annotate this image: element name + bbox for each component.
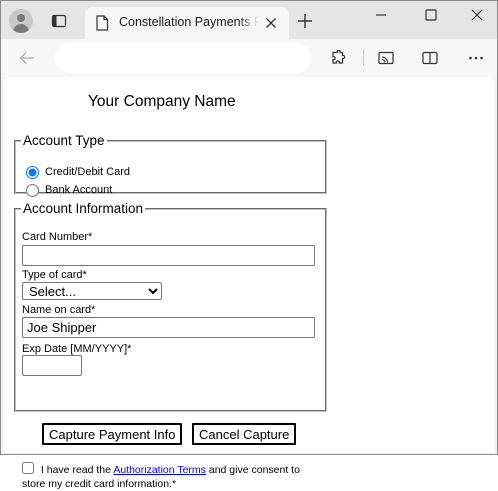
puzzle-icon[interactable] bbox=[329, 49, 347, 67]
document-icon bbox=[96, 15, 109, 31]
authorization-terms-link[interactable]: Authorization Terms bbox=[113, 464, 206, 476]
name-on-card-label: Name on card* bbox=[22, 304, 96, 316]
more-dots-icon[interactable] bbox=[467, 49, 485, 67]
address-bar[interactable] bbox=[55, 43, 311, 73]
back-arrow-icon[interactable] bbox=[17, 48, 37, 68]
cancel-capture-button[interactable]: Cancel Capture bbox=[192, 423, 297, 445]
capture-payment-button[interactable]: Capture Payment Info bbox=[42, 423, 183, 445]
toolbar-divider bbox=[363, 50, 364, 66]
plus-icon[interactable] bbox=[297, 13, 313, 29]
minimize-icon[interactable] bbox=[373, 7, 389, 23]
page-content: Your Company Name Account Type Credit/De… bbox=[4, 77, 494, 490]
window-close-icon[interactable] bbox=[469, 7, 485, 23]
consent-prefix: I have read the bbox=[40, 464, 111, 476]
browser-toolbar bbox=[1, 39, 497, 77]
profile-avatar-icon[interactable] bbox=[9, 9, 33, 33]
consent-checkbox[interactable] bbox=[22, 462, 34, 474]
account-info-fieldset: Account Information Card Number* Type of… bbox=[14, 201, 327, 490]
tab-actions-icon[interactable] bbox=[51, 13, 67, 29]
card-type-select[interactable]: Select... bbox=[22, 282, 162, 300]
account-type-legend: Account Type bbox=[23, 133, 105, 148]
name-on-card-input[interactable] bbox=[22, 317, 315, 338]
card-type-label: Type of card* bbox=[22, 269, 87, 281]
browser-window: Constellation Payments Pa Your Company N… bbox=[0, 0, 498, 490]
exp-date-label: Exp Date [MM/YYYY]* bbox=[22, 343, 132, 355]
card-number-input[interactable] bbox=[22, 245, 315, 266]
credit-card-label: Credit/Debit Card bbox=[45, 166, 130, 178]
bank-account-label: Bank Account bbox=[45, 184, 113, 196]
close-icon[interactable] bbox=[265, 17, 277, 29]
tab-strip: Constellation Payments Pa bbox=[1, 1, 497, 39]
company-name: Your Company Name bbox=[88, 93, 236, 110]
radio-credit-card[interactable]: Credit/Debit Card bbox=[26, 164, 130, 180]
credit-card-radio[interactable] bbox=[26, 165, 39, 179]
bank-account-radio[interactable] bbox=[26, 183, 39, 197]
consent-text: I have read the Authorization Terms and … bbox=[22, 462, 322, 491]
exp-date-input[interactable] bbox=[22, 355, 82, 376]
card-number-label: Card Number* bbox=[22, 231, 93, 243]
account-type-fieldset: Account Type Credit/Debit Card Bank Acco… bbox=[14, 133, 327, 197]
radio-bank-account[interactable]: Bank Account bbox=[26, 182, 112, 198]
maximize-icon[interactable] bbox=[423, 7, 439, 23]
account-info-legend: Account Information bbox=[23, 201, 144, 216]
cast-icon[interactable] bbox=[377, 49, 395, 67]
tab-active[interactable]: Constellation Payments Pa bbox=[85, 7, 289, 39]
split-screen-icon[interactable] bbox=[421, 49, 439, 67]
tab-title: Constellation Payments Pa bbox=[119, 15, 259, 29]
